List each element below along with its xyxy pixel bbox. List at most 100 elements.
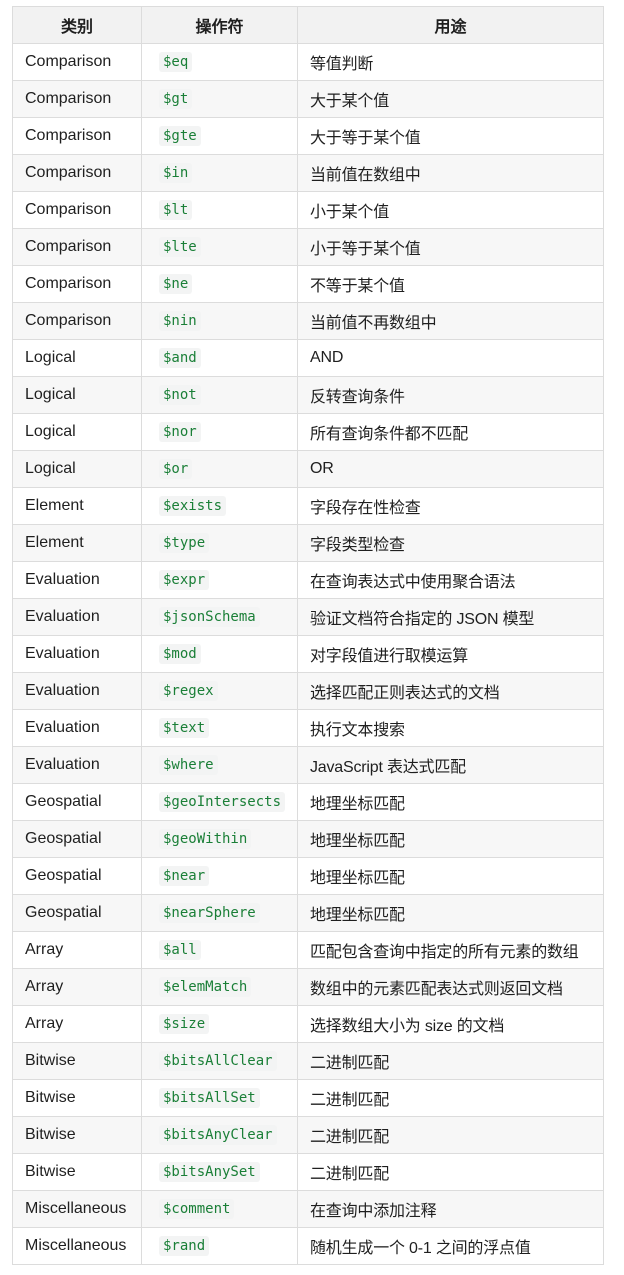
table-row: Evaluation $where JavaScript 表达式匹配 [12,746,604,784]
operator-code: $nearSphere [159,903,260,923]
operator-cell: $comment [141,1190,298,1228]
purpose-cell: 反转查询条件 [297,376,604,414]
operator-cell: $rand [141,1227,298,1265]
category-cell: Element [12,487,142,525]
table-row: Element $type 字段类型检查 [12,524,604,562]
operator-cell: $nin [141,302,298,340]
category-cell: Logical [12,450,142,488]
purpose-cell: 随机生成一个 0-1 之间的浮点值 [297,1227,604,1265]
category-cell: Logical [12,413,142,451]
purpose-cell: 大于某个值 [297,80,604,118]
operator-cell: $nor [141,413,298,451]
operator-cell: $regex [141,672,298,710]
purpose-cell: 选择匹配正则表达式的文档 [297,672,604,710]
operator-cell: $ne [141,265,298,303]
table-row: Bitwise $bitsAllClear 二进制匹配 [12,1042,604,1080]
operator-code: $near [159,866,210,886]
table-row: Comparison $nin 当前值不再数组中 [12,302,604,340]
operator-cell: $expr [141,561,298,599]
purpose-cell: 不等于某个值 [297,265,604,303]
purpose-cell: 选择数组大小为 size 的文档 [297,1005,604,1043]
category-cell: Bitwise [12,1042,142,1080]
table-row: Array $all 匹配包含查询中指定的所有元素的数组 [12,931,604,969]
table-row: Comparison $eq 等值判断 [12,43,604,81]
category-cell: Comparison [12,80,142,118]
operator-code: $size [159,1014,210,1034]
operator-code: $lte [159,237,201,257]
operator-cell: $elemMatch [141,968,298,1006]
operator-code: $gt [159,89,193,109]
operator-cell: $text [141,709,298,747]
category-cell: Evaluation [12,746,142,784]
category-cell: Bitwise [12,1079,142,1117]
category-cell: Miscellaneous [12,1190,142,1228]
table-row: Logical $not 反转查询条件 [12,376,604,414]
operator-code: $comment [159,1199,235,1219]
operator-cell: $or [141,450,298,488]
table-row: Array $elemMatch 数组中的元素匹配表达式则返回文档 [12,968,604,1006]
operator-cell: $mod [141,635,298,673]
operator-cell: $eq [141,43,298,81]
header-purpose: 用途 [297,6,604,44]
table-row: Logical $or OR [12,450,604,488]
operator-code: $rand [159,1236,210,1256]
operator-code: $nor [159,422,201,442]
header-operator: 操作符 [141,6,298,44]
category-cell: Array [12,1005,142,1043]
category-cell: Comparison [12,191,142,229]
operator-cell: $gte [141,117,298,155]
category-cell: Element [12,524,142,562]
operator-code: $regex [159,681,218,701]
table-row: Comparison $in 当前值在数组中 [12,154,604,192]
category-cell: Comparison [12,228,142,266]
purpose-cell: AND [297,339,604,377]
purpose-cell: 小于等于某个值 [297,228,604,266]
purpose-cell: 小于某个值 [297,191,604,229]
purpose-cell: 数组中的元素匹配表达式则返回文档 [297,968,604,1006]
table-row: Logical $nor 所有查询条件都不匹配 [12,413,604,451]
table-header: 类别 操作符 用途 [12,6,604,44]
operator-cell: $bitsAllSet [141,1079,298,1117]
operator-cell: $exists [141,487,298,525]
purpose-cell: 二进制匹配 [297,1042,604,1080]
operator-cell: $geoWithin [141,820,298,858]
table-row: Evaluation $regex 选择匹配正则表达式的文档 [12,672,604,710]
operator-code: $where [159,755,218,775]
operator-code: $expr [159,570,210,590]
purpose-cell: 当前值在数组中 [297,154,604,192]
category-cell: Evaluation [12,561,142,599]
purpose-cell: 二进制匹配 [297,1153,604,1191]
purpose-cell: 验证文档符合指定的 JSON 模型 [297,598,604,636]
purpose-cell: 地理坐标匹配 [297,820,604,858]
operator-code: $elemMatch [159,977,252,997]
category-cell: Geospatial [12,783,142,821]
category-cell: Comparison [12,154,142,192]
purpose-cell: OR [297,450,604,488]
table-row: Geospatial $geoIntersects 地理坐标匹配 [12,783,604,821]
category-cell: Logical [12,376,142,414]
operator-cell: $nearSphere [141,894,298,932]
operator-code: $bitsAnySet [159,1162,260,1182]
operator-cell: $size [141,1005,298,1043]
table-row: Evaluation $text 执行文本搜索 [12,709,604,747]
operator-code: $mod [159,644,201,664]
table-row: Array $size 选择数组大小为 size 的文档 [12,1005,604,1043]
operator-cell: $bitsAnyClear [141,1116,298,1154]
operator-cell: $where [141,746,298,784]
operator-code: $gte [159,126,201,146]
table-row: Comparison $gte 大于等于某个值 [12,117,604,155]
table-row: Evaluation $mod 对字段值进行取模运算 [12,635,604,673]
operator-code: $in [159,163,193,183]
operator-code: $geoIntersects [159,792,286,812]
operator-cell: $jsonSchema [141,598,298,636]
purpose-cell: 地理坐标匹配 [297,894,604,932]
table-row: Bitwise $bitsAllSet 二进制匹配 [12,1079,604,1117]
operator-code: $geoWithin [159,829,252,849]
operator-code: $not [159,385,201,405]
operator-code: $nin [159,311,201,331]
category-cell: Miscellaneous [12,1227,142,1265]
category-cell: Array [12,931,142,969]
purpose-cell: 地理坐标匹配 [297,857,604,895]
purpose-cell: 在查询中添加注释 [297,1190,604,1228]
purpose-cell: 等值判断 [297,43,604,81]
